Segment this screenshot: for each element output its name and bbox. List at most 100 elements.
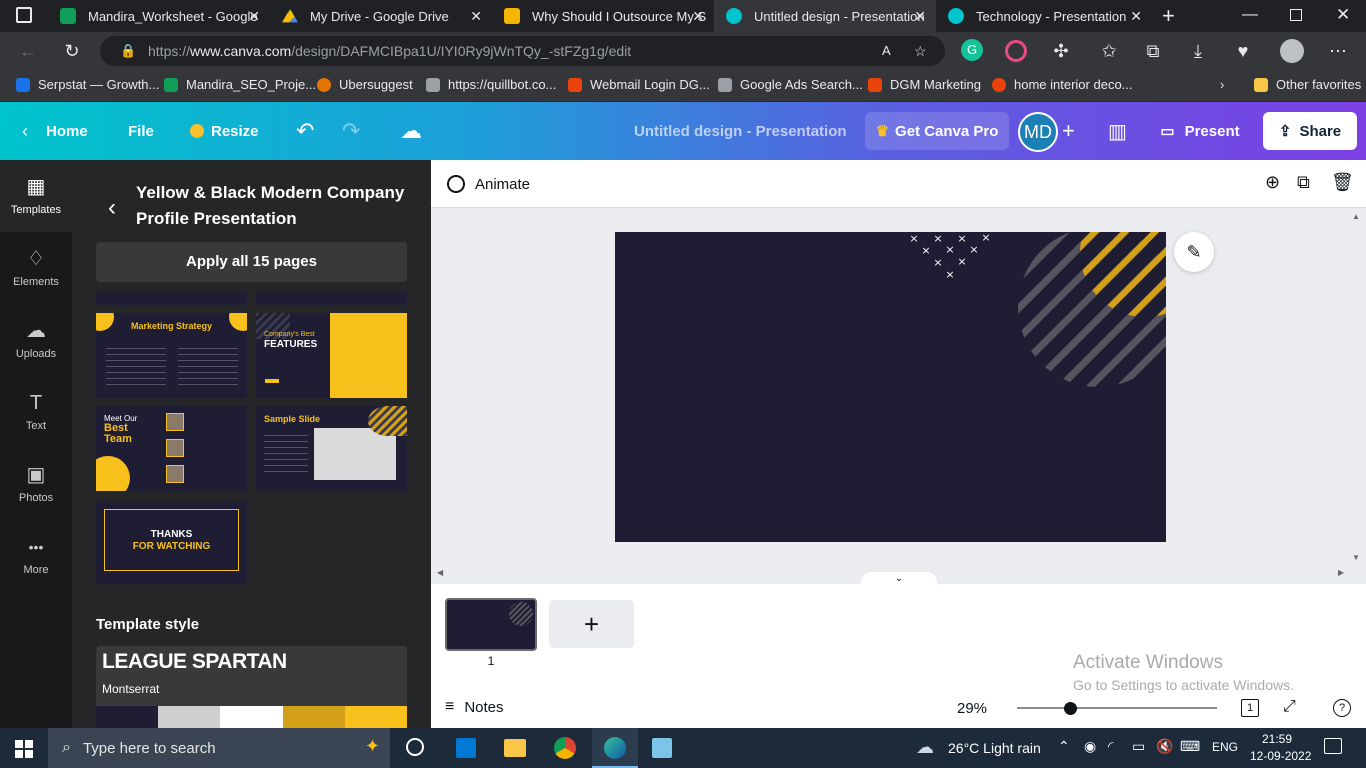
close-tab-icon[interactable]: ✕ (914, 8, 926, 25)
avatar[interactable]: MD (1018, 112, 1058, 152)
insights-icon[interactable]: ▥ (1108, 102, 1127, 160)
bookmark-quillbot[interactable]: https://quillbot.co... (426, 77, 556, 92)
template-thumb-partial-1[interactable] (96, 291, 247, 305)
windows-start-icon[interactable] (15, 740, 33, 758)
bookmarks-overflow-icon[interactable]: › (1220, 77, 1224, 92)
network-icon[interactable]: ◜ (1108, 738, 1113, 755)
bookmark-webmail[interactable]: Webmail Login DG... (568, 77, 710, 92)
rail-uploads[interactable]: ☁ Uploads (0, 304, 72, 376)
new-tab-icon[interactable]: + (1162, 3, 1175, 29)
add-page-button[interactable]: + (549, 600, 634, 648)
weather-icon[interactable]: ☁ (916, 737, 934, 758)
meet-now-icon[interactable]: ◉ (1084, 738, 1096, 755)
battery-icon[interactable]: ▭ (1132, 738, 1145, 755)
add-collaborator-icon[interactable]: + (1062, 102, 1075, 160)
template-style-card[interactable]: LEAGUE SPARTAN Montserrat (96, 646, 407, 728)
settings-menu-icon[interactable]: ⋯ (1326, 39, 1350, 63)
bookmark-ubersuggest[interactable]: Ubersuggest (317, 77, 413, 92)
microsoft-store-icon[interactable] (456, 738, 476, 758)
back-chevron-icon[interactable]: ‹ (108, 194, 116, 222)
zoom-value[interactable]: 29% (957, 700, 987, 717)
template-thumb-features[interactable]: Company's Best FEATURES (256, 313, 407, 398)
close-tab-icon[interactable]: ✕ (1130, 8, 1142, 25)
slide-canvas[interactable]: × × × × × × × × × × (615, 232, 1166, 542)
chrome-icon[interactable] (554, 737, 576, 759)
rail-more[interactable]: ••• More (0, 520, 72, 592)
close-window-icon[interactable]: ✕ (1336, 5, 1350, 25)
file-explorer-icon[interactable] (504, 739, 526, 757)
scroll-right-arrow[interactable]: ▶ (1338, 568, 1344, 577)
template-thumb-marketing-strategy[interactable]: Marketing Strategy (96, 313, 247, 398)
fullscreen-icon[interactable]: ⤢ (1283, 698, 1296, 716)
add-page-icon[interactable]: ⊕ (1265, 172, 1280, 193)
resize-button[interactable]: Resize (190, 102, 259, 160)
grammarly-icon[interactable]: G (961, 39, 983, 61)
template-thumb-best-team[interactable]: Meet Our Best Team (96, 406, 247, 491)
read-aloud-icon[interactable]: A (882, 36, 891, 66)
favorites-icon[interactable]: ✩ (1097, 39, 1121, 63)
rail-templates[interactable]: ▦ Templates (0, 160, 72, 232)
apply-all-pages-button[interactable]: Apply all 15 pages (96, 242, 407, 282)
clock-date[interactable]: 12-09-2022 (1250, 749, 1311, 763)
browser-tab-drive[interactable]: My Drive - Google Drive ✕ (270, 0, 492, 32)
back-icon[interactable]: ← (16, 39, 40, 63)
zoom-slider-track[interactable] (1017, 707, 1217, 709)
address-bar[interactable]: 🔒 https://www.canva.com/design/DAFMCIBpa… (100, 36, 945, 66)
page-thumbnail[interactable] (445, 598, 537, 651)
downloads-icon[interactable]: ⤓ (1186, 39, 1210, 63)
clock-time[interactable]: 21:59 (1262, 732, 1292, 746)
help-button[interactable]: ? (1333, 699, 1351, 717)
show-hidden-icons[interactable]: ⌃ (1058, 738, 1070, 755)
notifications-icon[interactable] (1324, 738, 1342, 754)
weather-text[interactable]: 26°C Light rain (948, 740, 1041, 756)
reload-icon[interactable]: ↻ (60, 39, 84, 63)
browser-tab-sheets[interactable]: Mandira_Worksheet - Google ✕ (48, 0, 270, 32)
get-canva-pro-button[interactable]: ♛ Get Canva Pro (865, 112, 1009, 150)
scroll-up-arrow[interactable]: ▲ (1352, 212, 1360, 221)
extensions-icon[interactable]: ✣ (1049, 39, 1073, 63)
profile-icon[interactable] (1280, 39, 1304, 63)
browser-tab-untitled-design[interactable]: Untitled design - Presentation ✕ (714, 0, 936, 32)
bookmark-home-interior[interactable]: home interior deco... (992, 77, 1133, 92)
extension-circle-icon[interactable] (1005, 40, 1027, 62)
language-indicator[interactable]: ENG (1212, 740, 1238, 754)
rail-text[interactable]: T Text (0, 376, 72, 448)
present-button[interactable]: ▭ Present (1146, 112, 1254, 150)
taskbar-search-box[interactable]: ⌕ Type here to search ✦ (48, 728, 390, 768)
bookmark-mandira-seo[interactable]: Mandira_SEO_Proje... (164, 77, 316, 92)
template-thumb-partial-2[interactable] (256, 291, 407, 305)
scroll-down-arrow[interactable]: ▼ (1352, 553, 1360, 562)
rail-photos[interactable]: ▣ Photos (0, 448, 72, 520)
file-menu-button[interactable]: File (128, 102, 154, 160)
scroll-left-arrow[interactable]: ◀ (437, 568, 443, 577)
browser-tab-technology[interactable]: Technology - Presentation ✕ (936, 0, 1152, 32)
browser-tab-slides[interactable]: Why Should I Outsource My S ✕ (492, 0, 714, 32)
other-favorites[interactable]: Other favorites (1254, 77, 1361, 92)
close-tab-icon[interactable]: ✕ (248, 8, 260, 25)
duplicate-page-icon[interactable]: ⧉ (1297, 172, 1310, 193)
redo-icon[interactable]: ↷ (342, 102, 360, 160)
bookmark-serpstat[interactable]: Serpstat — Growth... (16, 77, 159, 92)
bookmark-dgm-marketing[interactable]: DGM Marketing (868, 77, 981, 92)
home-button[interactable]: ‹ Home (22, 102, 88, 160)
undo-icon[interactable]: ↶ (296, 102, 314, 160)
add-favorite-icon[interactable]: ☆ (914, 36, 927, 66)
share-button[interactable]: ⇪ Share (1263, 112, 1357, 150)
page-count-button[interactable]: 1 (1241, 699, 1259, 717)
design-title[interactable]: Untitled design - Presentation (634, 102, 847, 160)
bookmark-google-ads[interactable]: Google Ads Search... (718, 77, 863, 92)
task-view-icon[interactable] (406, 738, 424, 756)
rail-elements[interactable]: ♢ Elements (0, 232, 72, 304)
animate-button[interactable]: Animate (447, 172, 530, 196)
template-thumb-sample-slide[interactable]: Sample Slide (256, 406, 407, 491)
browser-essentials-icon[interactable]: ♥ (1231, 39, 1255, 63)
zoom-slider-thumb[interactable] (1064, 702, 1077, 715)
template-thumb-thanks[interactable]: THANKS FOR WATCHING (96, 501, 247, 584)
minimize-icon[interactable]: — (1242, 6, 1258, 24)
delete-page-icon[interactable]: 🗑 (1331, 172, 1354, 193)
collections-icon[interactable]: ⧉ (1141, 39, 1165, 63)
tab-actions-icon[interactable] (16, 7, 32, 23)
notepad-icon[interactable] (652, 738, 672, 758)
keyboard-icon[interactable]: ⌨ (1180, 738, 1200, 755)
cloud-saved-icon[interactable]: ☁ (400, 102, 422, 160)
